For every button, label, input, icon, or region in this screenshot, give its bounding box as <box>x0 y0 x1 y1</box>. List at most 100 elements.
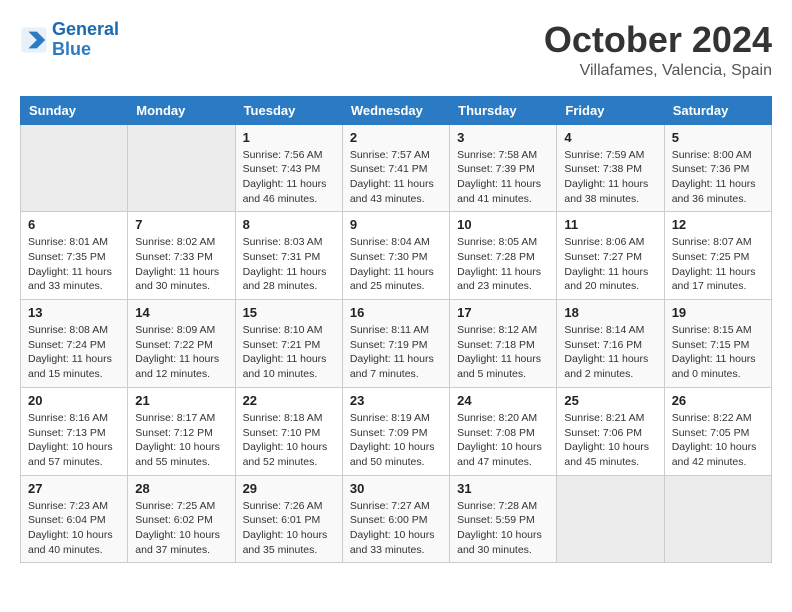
calendar-week-1: 1 Sunrise: 7:56 AM Sunset: 7:43 PM Daylig… <box>21 124 772 212</box>
table-row: 3 Sunrise: 7:58 AM Sunset: 7:39 PM Daylig… <box>450 124 557 212</box>
day-number: 7 <box>135 217 227 232</box>
col-sunday: Sunday <box>21 96 128 124</box>
logo-text: General Blue <box>52 20 119 60</box>
day-number: 3 <box>457 130 549 145</box>
day-info: Sunrise: 8:19 AM Sunset: 7:09 PM Dayligh… <box>350 411 442 470</box>
table-row: 14 Sunrise: 8:09 AM Sunset: 7:22 PM Dayli… <box>128 300 235 388</box>
calendar-week-5: 27 Sunrise: 7:23 AM Sunset: 6:04 PM Dayli… <box>21 475 772 563</box>
table-row: 25Sunrise: 8:21 AM Sunset: 7:06 PM Dayli… <box>557 387 664 475</box>
day-number: 12 <box>672 217 764 232</box>
table-row <box>664 475 771 563</box>
day-number: 13 <box>28 305 120 320</box>
day-number: 11 <box>564 217 656 232</box>
table-row: 18Sunrise: 8:14 AM Sunset: 7:16 PM Dayli… <box>557 300 664 388</box>
day-number: 5 <box>672 130 764 145</box>
day-info: Sunrise: 8:02 AM Sunset: 7:33 PM Dayligh… <box>135 235 227 294</box>
table-row: 8 Sunrise: 8:03 AM Sunset: 7:31 PM Daylig… <box>235 212 342 300</box>
col-tuesday: Tuesday <box>235 96 342 124</box>
day-info: Sunrise: 8:15 AM Sunset: 7:15 PM Dayligh… <box>672 323 764 382</box>
table-row: 23 Sunrise: 8:19 AM Sunset: 7:09 PM Dayli… <box>342 387 449 475</box>
table-row: 24Sunrise: 8:20 AM Sunset: 7:08 PM Dayli… <box>450 387 557 475</box>
table-row: 27 Sunrise: 7:23 AM Sunset: 6:04 PM Dayli… <box>21 475 128 563</box>
table-row: 6Sunrise: 8:01 AM Sunset: 7:35 PM Daylig… <box>21 212 128 300</box>
page-header: General Blue October 2024 Villafames, Va… <box>20 20 772 80</box>
day-info: Sunrise: 7:23 AM Sunset: 6:04 PM Dayligh… <box>28 499 120 558</box>
col-friday: Friday <box>557 96 664 124</box>
table-row: 15 Sunrise: 8:10 AM Sunset: 7:21 PM Dayli… <box>235 300 342 388</box>
day-info: Sunrise: 8:21 AM Sunset: 7:06 PM Dayligh… <box>564 411 656 470</box>
day-number: 21 <box>135 393 227 408</box>
day-number: 31 <box>457 481 549 496</box>
day-info: Sunrise: 8:05 AM Sunset: 7:28 PM Dayligh… <box>457 235 549 294</box>
title-block: October 2024 Villafames, Valencia, Spain <box>544 20 772 80</box>
day-info: Sunrise: 8:10 AM Sunset: 7:21 PM Dayligh… <box>243 323 335 382</box>
day-number: 23 <box>350 393 442 408</box>
day-number: 17 <box>457 305 549 320</box>
day-info: Sunrise: 8:18 AM Sunset: 7:10 PM Dayligh… <box>243 411 335 470</box>
table-row: 28Sunrise: 7:25 AM Sunset: 6:02 PM Dayli… <box>128 475 235 563</box>
day-info: Sunrise: 7:56 AM Sunset: 7:43 PM Dayligh… <box>243 148 335 207</box>
day-number: 16 <box>350 305 442 320</box>
calendar-table: Sunday Monday Tuesday Wednesday Thursday… <box>20 96 772 564</box>
day-number: 9 <box>350 217 442 232</box>
day-number: 4 <box>564 130 656 145</box>
day-info: Sunrise: 8:08 AM Sunset: 7:24 PM Dayligh… <box>28 323 120 382</box>
day-info: Sunrise: 8:12 AM Sunset: 7:18 PM Dayligh… <box>457 323 549 382</box>
table-row: 31Sunrise: 7:28 AM Sunset: 5:59 PM Dayli… <box>450 475 557 563</box>
table-row: 9 Sunrise: 8:04 AM Sunset: 7:30 PM Daylig… <box>342 212 449 300</box>
day-number: 14 <box>135 305 227 320</box>
day-info: Sunrise: 8:16 AM Sunset: 7:13 PM Dayligh… <box>28 411 120 470</box>
table-row: 29Sunrise: 7:26 AM Sunset: 6:01 PM Dayli… <box>235 475 342 563</box>
table-row: 22 Sunrise: 8:18 AM Sunset: 7:10 PM Dayli… <box>235 387 342 475</box>
day-number: 27 <box>28 481 120 496</box>
day-info: Sunrise: 8:14 AM Sunset: 7:16 PM Dayligh… <box>564 323 656 382</box>
calendar-body: 1 Sunrise: 7:56 AM Sunset: 7:43 PM Daylig… <box>21 124 772 563</box>
logo: General Blue <box>20 20 119 60</box>
location-title: Villafames, Valencia, Spain <box>544 62 772 80</box>
table-row <box>128 124 235 212</box>
col-thursday: Thursday <box>450 96 557 124</box>
calendar-header-row: Sunday Monday Tuesday Wednesday Thursday… <box>21 96 772 124</box>
logo-icon <box>20 26 48 54</box>
table-row: 21Sunrise: 8:17 AM Sunset: 7:12 PM Dayli… <box>128 387 235 475</box>
table-row: 17 Sunrise: 8:12 AM Sunset: 7:18 PM Dayli… <box>450 300 557 388</box>
day-info: Sunrise: 8:22 AM Sunset: 7:05 PM Dayligh… <box>672 411 764 470</box>
table-row: 30Sunrise: 7:27 AM Sunset: 6:00 PM Dayli… <box>342 475 449 563</box>
table-row: 19 Sunrise: 8:15 AM Sunset: 7:15 PM Dayli… <box>664 300 771 388</box>
day-info: Sunrise: 8:00 AM Sunset: 7:36 PM Dayligh… <box>672 148 764 207</box>
day-number: 24 <box>457 393 549 408</box>
col-saturday: Saturday <box>664 96 771 124</box>
day-info: Sunrise: 8:04 AM Sunset: 7:30 PM Dayligh… <box>350 235 442 294</box>
table-row: 5 Sunrise: 8:00 AM Sunset: 7:36 PM Daylig… <box>664 124 771 212</box>
table-row: 13 Sunrise: 8:08 AM Sunset: 7:24 PM Dayli… <box>21 300 128 388</box>
day-number: 22 <box>243 393 335 408</box>
calendar-week-4: 20 Sunrise: 8:16 AM Sunset: 7:13 PM Dayli… <box>21 387 772 475</box>
table-row: 2 Sunrise: 7:57 AM Sunset: 7:41 PM Daylig… <box>342 124 449 212</box>
day-number: 19 <box>672 305 764 320</box>
day-number: 20 <box>28 393 120 408</box>
day-info: Sunrise: 7:57 AM Sunset: 7:41 PM Dayligh… <box>350 148 442 207</box>
table-row <box>21 124 128 212</box>
day-number: 15 <box>243 305 335 320</box>
day-number: 10 <box>457 217 549 232</box>
table-row: 10 Sunrise: 8:05 AM Sunset: 7:28 PM Dayli… <box>450 212 557 300</box>
day-number: 30 <box>350 481 442 496</box>
day-info: Sunrise: 7:59 AM Sunset: 7:38 PM Dayligh… <box>564 148 656 207</box>
col-wednesday: Wednesday <box>342 96 449 124</box>
col-monday: Monday <box>128 96 235 124</box>
day-number: 2 <box>350 130 442 145</box>
table-row: 1 Sunrise: 7:56 AM Sunset: 7:43 PM Daylig… <box>235 124 342 212</box>
day-info: Sunrise: 7:58 AM Sunset: 7:39 PM Dayligh… <box>457 148 549 207</box>
day-info: Sunrise: 8:07 AM Sunset: 7:25 PM Dayligh… <box>672 235 764 294</box>
day-number: 1 <box>243 130 335 145</box>
day-info: Sunrise: 8:03 AM Sunset: 7:31 PM Dayligh… <box>243 235 335 294</box>
table-row: 26Sunrise: 8:22 AM Sunset: 7:05 PM Dayli… <box>664 387 771 475</box>
day-info: Sunrise: 7:25 AM Sunset: 6:02 PM Dayligh… <box>135 499 227 558</box>
day-info: Sunrise: 8:09 AM Sunset: 7:22 PM Dayligh… <box>135 323 227 382</box>
day-info: Sunrise: 8:06 AM Sunset: 7:27 PM Dayligh… <box>564 235 656 294</box>
table-row: 16Sunrise: 8:11 AM Sunset: 7:19 PM Dayli… <box>342 300 449 388</box>
day-info: Sunrise: 8:01 AM Sunset: 7:35 PM Dayligh… <box>28 235 120 294</box>
day-number: 8 <box>243 217 335 232</box>
table-row: 7 Sunrise: 8:02 AM Sunset: 7:33 PM Daylig… <box>128 212 235 300</box>
table-row: 4 Sunrise: 7:59 AM Sunset: 7:38 PM Daylig… <box>557 124 664 212</box>
